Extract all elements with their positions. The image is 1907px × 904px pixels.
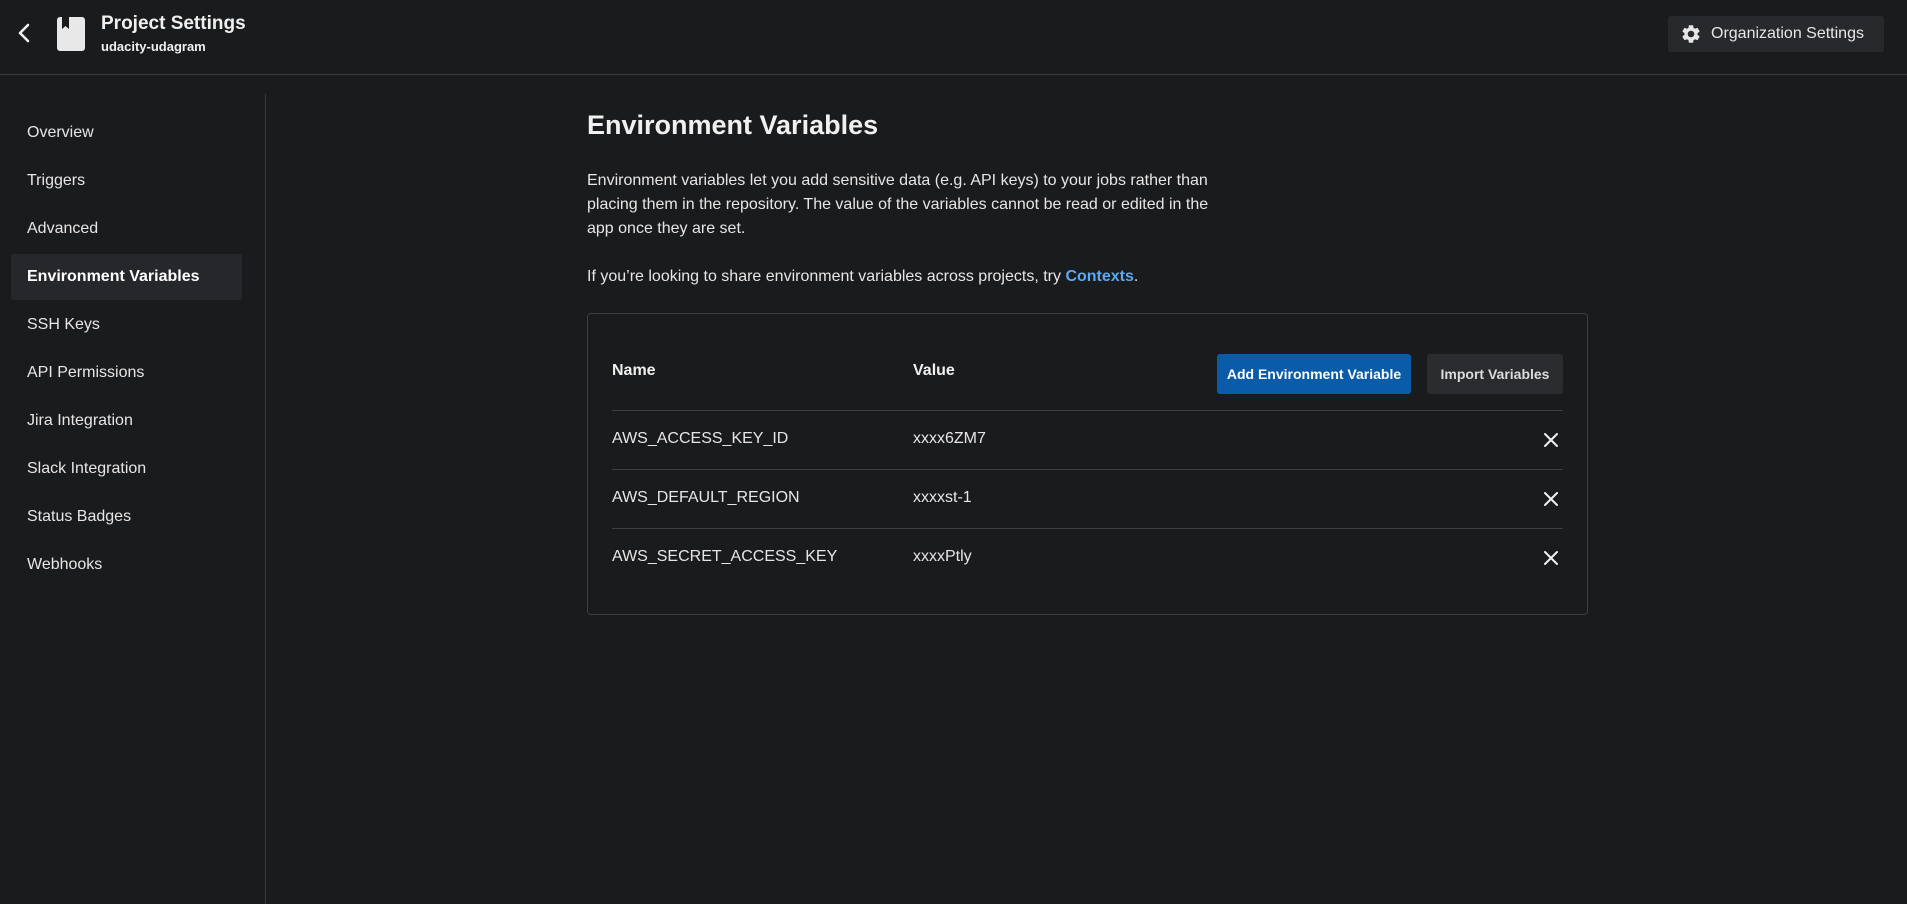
contexts-hint: If you’re looking to share environment v… [587,265,1138,289]
variable-value: xxxx6ZM7 [913,430,986,447]
sidebar-item-triggers[interactable]: Triggers [11,158,242,204]
add-environment-variable-button[interactable]: Add Environment Variable [1217,354,1411,394]
sidebar-item-overview[interactable]: Overview [11,110,242,156]
sidebar-item-api-permissions[interactable]: API Permissions [11,350,242,396]
column-header-value: Value [913,362,955,379]
section-title: Environment Variables [587,110,879,140]
contexts-link[interactable]: Contexts [1065,268,1133,285]
delete-variable-button[interactable] [1542,490,1560,508]
sidebar-item-advanced[interactable]: Advanced [11,206,242,252]
variable-name: AWS_ACCESS_KEY_ID [612,430,789,447]
table-row: AWS_ACCESS_KEY_ID xxxx6ZM7 [612,410,1563,469]
sidebar-item-jira-integration[interactable]: Jira Integration [11,398,242,444]
gear-icon [1682,25,1700,43]
sidebar: Overview Triggers Advanced Environment V… [0,94,266,904]
back-button[interactable] [12,20,36,46]
delete-variable-button[interactable] [1542,431,1560,449]
column-header-name: Name [612,362,656,379]
bookmark-icon [57,17,85,51]
top-bar: Project Settings udacity-udagram Organiz… [0,0,1907,75]
sidebar-item-status-badges[interactable]: Status Badges [11,494,242,540]
close-icon [1544,551,1558,565]
organization-settings-button[interactable]: Organization Settings [1668,16,1884,52]
close-icon [1544,433,1558,447]
contexts-hint-prefix: If you’re looking to share environment v… [587,268,1066,285]
project-icon [56,16,86,52]
variable-name: AWS_SECRET_ACCESS_KEY [612,548,838,565]
sidebar-item-ssh-keys[interactable]: SSH Keys [11,302,242,348]
section-description: Environment variables let you add sensit… [587,172,1209,237]
table-row: AWS_SECRET_ACCESS_KEY xxxxPtly [612,528,1563,587]
close-icon [1544,492,1558,506]
variable-name: AWS_DEFAULT_REGION [612,489,800,506]
page-title: Project Settings [101,13,246,34]
organization-settings-label: Organization Settings [1711,25,1864,42]
table-row: AWS_DEFAULT_REGION xxxxst-1 [612,469,1563,528]
variable-value: xxxxst-1 [913,489,972,506]
chevron-left-icon [18,23,30,43]
project-name: udacity-udagram [101,39,206,54]
sidebar-item-environment-variables[interactable]: Environment Variables [11,254,242,300]
delete-variable-button[interactable] [1542,549,1560,567]
import-variables-button[interactable]: Import Variables [1427,354,1563,394]
sidebar-item-slack-integration[interactable]: Slack Integration [11,446,242,492]
env-vars-table: Name Value Add Environment Variable Impo… [587,313,1588,615]
variable-value: xxxxPtly [913,548,972,565]
contexts-hint-suffix: . [1133,268,1139,285]
sidebar-item-webhooks[interactable]: Webhooks [11,542,242,588]
